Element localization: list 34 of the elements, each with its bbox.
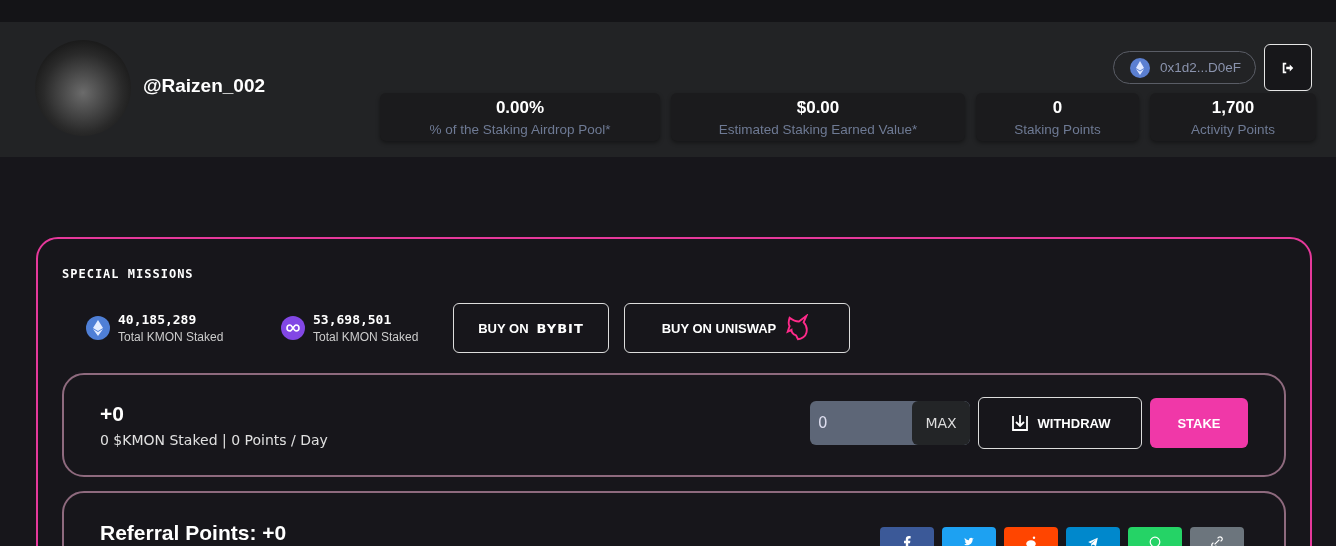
stat-label: Activity Points: [1190, 121, 1276, 137]
stat-value: 0: [1051, 97, 1064, 118]
stat-value: $0.00: [795, 97, 841, 118]
stake-button[interactable]: STAKE: [1150, 398, 1248, 448]
staked-label: Total KMON Staked: [313, 330, 419, 344]
bird-icon: [963, 536, 975, 546]
stat-label: % of the Staking Airdrop Pool*: [428, 121, 612, 137]
reddit-icon: [1025, 536, 1037, 546]
download-icon: [1009, 413, 1030, 433]
stat-label: Staking Points: [1013, 121, 1102, 137]
stat-label: Estimated Staking Earned Value*: [717, 121, 919, 137]
max-button[interactable]: MAX: [912, 401, 970, 445]
logout-button[interactable]: [1264, 44, 1312, 91]
stat-value: 0.00%: [494, 97, 546, 118]
username: @Raizen_002: [143, 74, 266, 97]
referral-title: Referral Points: +0: [100, 521, 287, 545]
section-title: SPECIAL MISSIONS: [62, 267, 195, 281]
staked-amount: 53,698,501: [313, 312, 393, 327]
link-icon: [1211, 536, 1223, 546]
withdraw-button[interactable]: WITHDRAW: [978, 397, 1142, 449]
ethereum-icon: [1129, 57, 1150, 78]
stake-amount-field[interactable]: 0 MAX: [810, 401, 970, 445]
staked-total: +0: [100, 402, 125, 426]
stat-value: 1,700: [1210, 97, 1256, 118]
facebook-icon: [901, 536, 913, 546]
staking-summary: 0 $KMON Staked | 0 Points / Day: [100, 432, 328, 448]
buy-on-bybit-button[interactable]: BUY ON BYBIT: [453, 303, 609, 353]
logout-icon: [1281, 60, 1295, 75]
polygon-icon: [281, 316, 305, 340]
ethereum-icon: [86, 316, 110, 340]
telegram-icon: [1087, 536, 1099, 546]
staked-amount: 40,185,289: [118, 312, 198, 327]
staked-label: Total KMON Staked: [118, 330, 224, 344]
buy-on-uniswap-button[interactable]: BUY ON UNISWAP: [624, 303, 850, 353]
